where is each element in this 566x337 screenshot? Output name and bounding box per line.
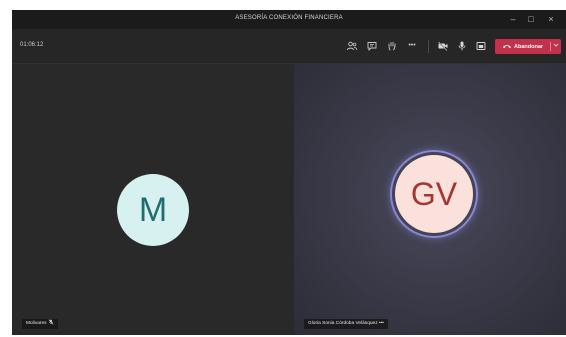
hang-up-icon bbox=[502, 42, 512, 52]
avatar: M bbox=[117, 174, 189, 246]
participants-icon[interactable] bbox=[346, 40, 358, 52]
participant-tile-gloria[interactable]: GV Gloria Sonia Córdoba Velásquez ••• bbox=[294, 64, 566, 335]
mic-muted-icon bbox=[48, 319, 54, 326]
raise-hand-icon[interactable] bbox=[386, 40, 398, 52]
title-bar: ASESORÍA CONEXIÓN FINANCIERA – □ × bbox=[12, 10, 566, 29]
call-timer: 01:06:12 bbox=[20, 42, 44, 48]
leave-button[interactable]: Abandonar bbox=[495, 39, 561, 54]
maximize-icon[interactable]: □ bbox=[524, 13, 538, 25]
participant-name-tag: Gloria Sonia Córdoba Velásquez ••• bbox=[304, 319, 388, 329]
meeting-toolbar: 01:06:12 ••• Abandonar bbox=[12, 29, 566, 64]
more-options-icon[interactable]: ••• bbox=[406, 40, 418, 52]
leave-button-divider bbox=[550, 42, 551, 51]
participant-more-icon[interactable]: ••• bbox=[379, 321, 384, 326]
leave-button-label: Abandonar bbox=[514, 43, 544, 50]
avatar: GV bbox=[395, 155, 473, 233]
participant-name: Gloria Sonia Córdoba Velásquez bbox=[308, 321, 378, 326]
chevron-down-icon[interactable] bbox=[553, 42, 559, 50]
participant-tile-molivares[interactable]: M Molivares bbox=[12, 64, 294, 335]
minimize-icon[interactable]: – bbox=[506, 13, 520, 25]
close-icon[interactable]: × bbox=[544, 13, 558, 25]
window-title: ASESORÍA CONEXIÓN FINANCIERA bbox=[235, 15, 343, 21]
toolbar-divider bbox=[428, 40, 429, 53]
meeting-window: ASESORÍA CONEXIÓN FINANCIERA – □ × 01:06… bbox=[12, 10, 566, 335]
camera-off-icon[interactable] bbox=[437, 40, 449, 52]
participant-name-tag: Molivares bbox=[22, 319, 58, 329]
share-screen-icon[interactable] bbox=[475, 40, 487, 52]
chat-icon[interactable] bbox=[366, 40, 378, 52]
participant-name: Molivares bbox=[26, 321, 47, 326]
microphone-icon[interactable] bbox=[456, 40, 468, 52]
